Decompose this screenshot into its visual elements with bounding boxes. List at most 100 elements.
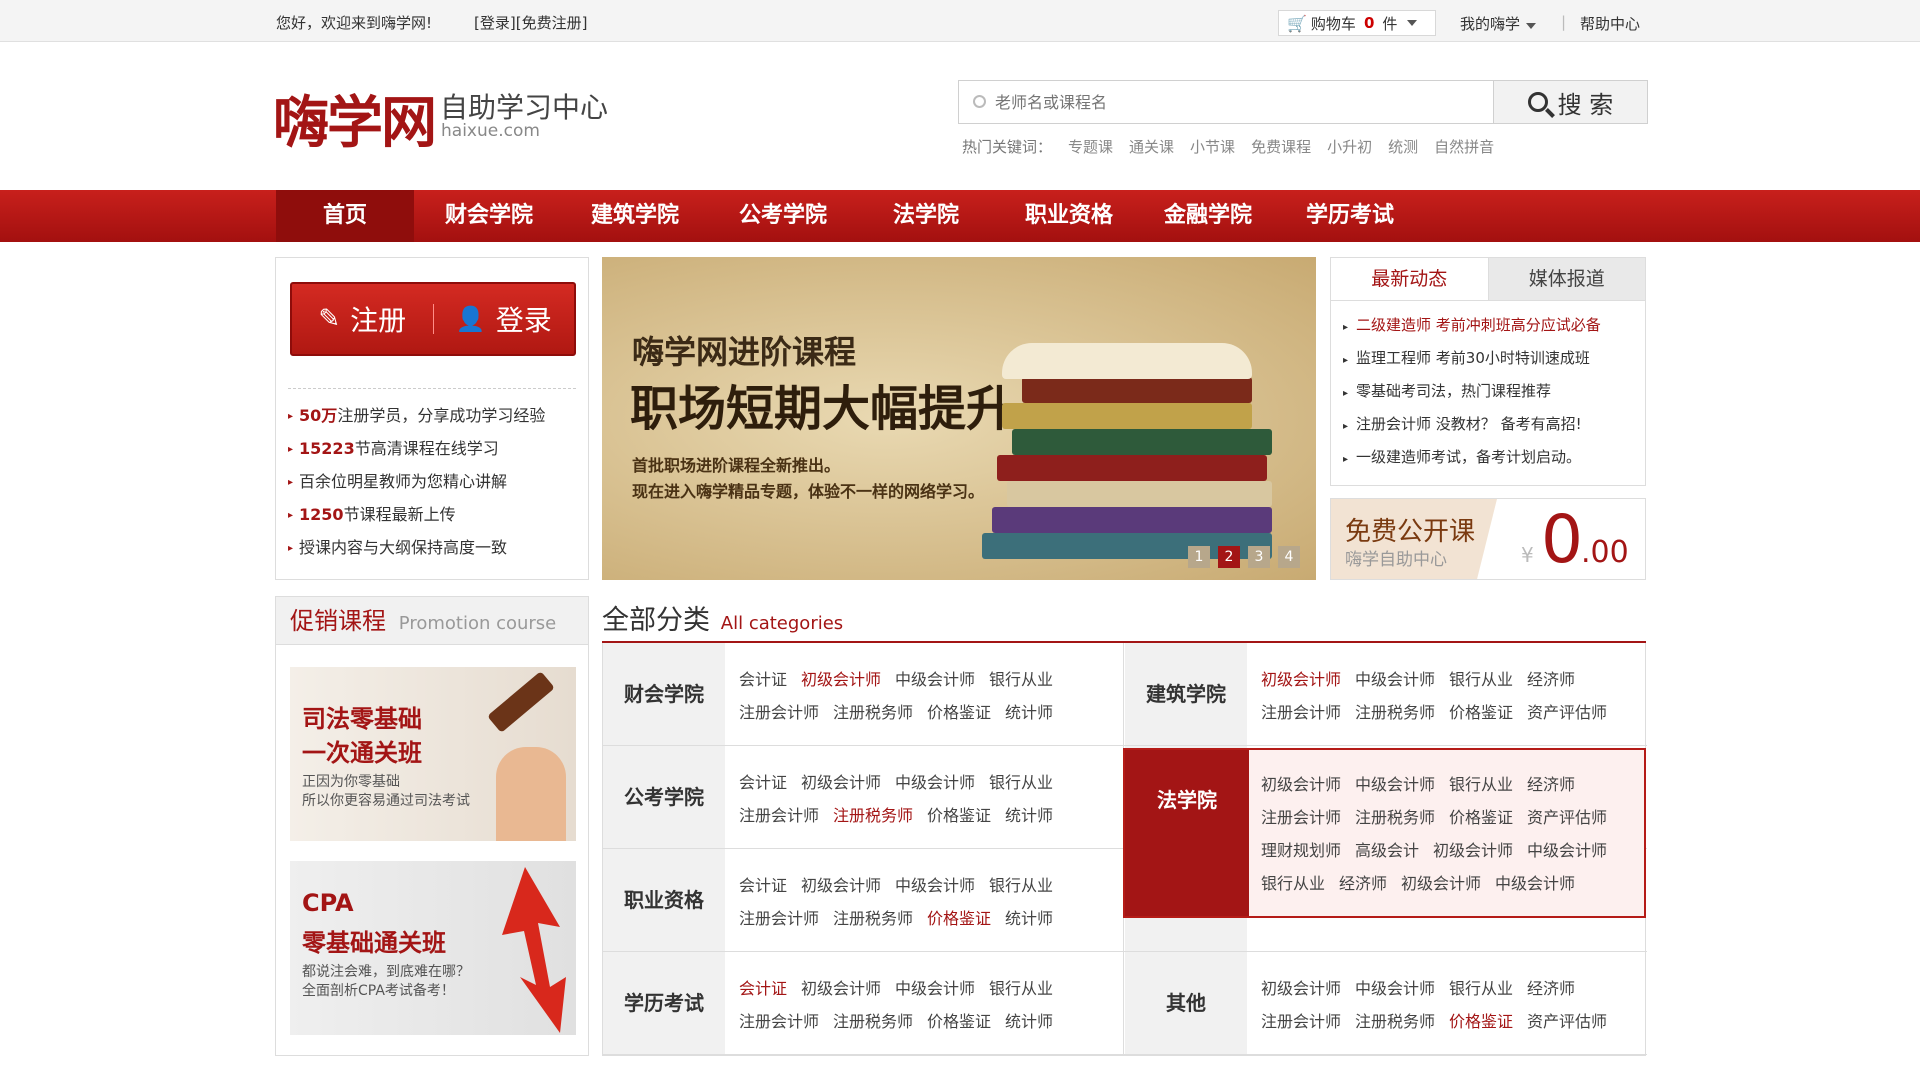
- category-name[interactable]: 学历考试: [603, 952, 725, 1054]
- help-center-link[interactable]: 帮助中心: [1580, 13, 1640, 34]
- category-name[interactable]: 财会学院: [603, 643, 725, 745]
- category-link[interactable]: 初级会计师: [1261, 979, 1341, 998]
- category-link[interactable]: 统计师: [1005, 1012, 1053, 1031]
- nav-item-home[interactable]: 首页: [276, 190, 414, 242]
- category-link[interactable]: 银行从业: [1449, 979, 1513, 998]
- nav-item-law[interactable]: 法学院: [860, 190, 992, 242]
- category-link[interactable]: 价格鉴证: [1449, 808, 1513, 827]
- category-link[interactable]: 会计证: [739, 979, 787, 998]
- promo-card-law[interactable]: 司法零基础 一次通关班 正因为你零基础 所以你更容易通过司法考试: [290, 667, 576, 841]
- category-link[interactable]: 统计师: [1005, 909, 1053, 928]
- hero-banner[interactable]: 嗨学网进阶课程 职场短期大幅提升 首批职场进阶课程全新推出。 现在进入嗨学精品专…: [602, 257, 1316, 580]
- category-link[interactable]: 高级会计: [1355, 841, 1419, 860]
- category-link[interactable]: 注册会计师: [739, 703, 819, 722]
- category-link[interactable]: 注册税务师: [1355, 703, 1435, 722]
- pager-dot[interactable]: 3: [1248, 546, 1270, 568]
- category-link[interactable]: 理财规划师: [1261, 841, 1341, 860]
- category-link[interactable]: 银行从业: [1261, 874, 1325, 893]
- category-link[interactable]: 中级会计师: [1495, 874, 1575, 893]
- category-name[interactable]: 其他: [1125, 952, 1247, 1054]
- tab-media[interactable]: 媒体报道: [1487, 258, 1645, 300]
- tab-latest[interactable]: 最新动态: [1331, 258, 1488, 300]
- cart-button[interactable]: 🛒 购物车 0 件: [1278, 10, 1436, 36]
- hot-keyword[interactable]: 自然拼音: [1434, 136, 1494, 157]
- category-link[interactable]: 价格鉴证: [927, 909, 991, 928]
- login-link[interactable]: [登录]: [474, 14, 516, 32]
- category-link[interactable]: 初级会计师: [1261, 775, 1341, 794]
- news-item[interactable]: 二级建造师 考前冲刺班高分应试必备: [1343, 309, 1645, 342]
- pager-dot[interactable]: 4: [1278, 546, 1300, 568]
- nav-item-banking[interactable]: 金融学院: [1146, 190, 1270, 242]
- category-link[interactable]: 中级会计师: [895, 773, 975, 792]
- category-link[interactable]: 注册会计师: [739, 806, 819, 825]
- category-link[interactable]: 资产评估师: [1527, 1012, 1607, 1031]
- category-link[interactable]: 会计证: [739, 773, 787, 792]
- category-link[interactable]: 中级会计师: [895, 876, 975, 895]
- nav-item-civil-service[interactable]: 公考学院: [710, 190, 856, 242]
- category-link[interactable]: 银行从业: [989, 979, 1053, 998]
- category-name[interactable]: 法学院: [1125, 750, 1249, 916]
- category-link[interactable]: 资产评估师: [1527, 703, 1607, 722]
- category-link[interactable]: 初级会计师: [801, 773, 881, 792]
- category-name[interactable]: 建筑学院: [1125, 643, 1247, 745]
- category-link[interactable]: 中级会计师: [1355, 670, 1435, 689]
- category-link[interactable]: 银行从业: [989, 876, 1053, 895]
- hot-keyword[interactable]: 专题课: [1068, 136, 1113, 157]
- category-link[interactable]: 注册税务师: [833, 909, 913, 928]
- news-item[interactable]: 监理工程师 考前30小时特训速成班: [1343, 342, 1645, 375]
- category-link[interactable]: 初级会计师: [1433, 841, 1513, 860]
- news-item[interactable]: 零基础考司法，热门课程推荐: [1343, 375, 1645, 408]
- nav-item-construction[interactable]: 建筑学院: [564, 190, 706, 242]
- hot-keyword[interactable]: 小节课: [1190, 136, 1235, 157]
- category-link[interactable]: 经济师: [1527, 670, 1575, 689]
- category-link[interactable]: 银行从业: [1449, 670, 1513, 689]
- search-button[interactable]: 搜 索: [1493, 81, 1647, 123]
- hot-keyword[interactable]: 小升初: [1327, 136, 1372, 157]
- register-link[interactable]: [免费注册]: [516, 14, 588, 32]
- category-link[interactable]: 会计证: [739, 876, 787, 895]
- category-link[interactable]: 初级会计师: [1401, 874, 1481, 893]
- category-link[interactable]: 统计师: [1005, 806, 1053, 825]
- register-button[interactable]: ✎ 注册: [292, 299, 433, 339]
- category-link[interactable]: 中级会计师: [895, 670, 975, 689]
- category-link[interactable]: 初级会计师: [801, 979, 881, 998]
- category-link[interactable]: 初级会计师: [801, 670, 881, 689]
- category-link[interactable]: 注册税务师: [1355, 808, 1435, 827]
- nav-item-finance[interactable]: 财会学院: [418, 190, 560, 242]
- category-link[interactable]: 注册税务师: [833, 806, 913, 825]
- login-button[interactable]: 👤 登录: [434, 299, 575, 339]
- category-name[interactable]: 职业资格: [603, 849, 725, 951]
- category-link[interactable]: 注册税务师: [833, 703, 913, 722]
- category-link[interactable]: 中级会计师: [1355, 775, 1435, 794]
- category-link[interactable]: 经济师: [1527, 979, 1575, 998]
- search-input[interactable]: [995, 87, 1435, 117]
- category-link[interactable]: 初级会计师: [1261, 670, 1341, 689]
- category-link[interactable]: 注册税务师: [833, 1012, 913, 1031]
- category-link[interactable]: 银行从业: [1449, 775, 1513, 794]
- category-link[interactable]: 注册会计师: [1261, 1012, 1341, 1031]
- category-link[interactable]: 中级会计师: [1527, 841, 1607, 860]
- pager-dot[interactable]: 1: [1188, 546, 1210, 568]
- category-link[interactable]: 会计证: [739, 670, 787, 689]
- category-link[interactable]: 价格鉴证: [927, 703, 991, 722]
- news-item[interactable]: 注册会计师 没教材？ 备考有高招!: [1343, 408, 1645, 441]
- category-link[interactable]: 资产评估师: [1527, 808, 1607, 827]
- category-link[interactable]: 注册会计师: [739, 909, 819, 928]
- category-link[interactable]: 中级会计师: [895, 979, 975, 998]
- hot-keyword[interactable]: 统测: [1388, 136, 1418, 157]
- category-link[interactable]: 价格鉴证: [1449, 1012, 1513, 1031]
- category-link[interactable]: 注册会计师: [1261, 703, 1341, 722]
- news-item[interactable]: 一级建造师考试，备考计划启动。: [1343, 441, 1645, 474]
- my-account-menu[interactable]: 我的嗨学: [1460, 13, 1537, 34]
- category-link[interactable]: 注册税务师: [1355, 1012, 1435, 1031]
- category-link[interactable]: 注册会计师: [739, 1012, 819, 1031]
- nav-item-vocational[interactable]: 职业资格: [996, 190, 1142, 242]
- hot-keyword[interactable]: 通关课: [1129, 136, 1174, 157]
- nav-item-degree[interactable]: 学历考试: [1276, 190, 1424, 242]
- category-link[interactable]: 经济师: [1339, 874, 1387, 893]
- category-link[interactable]: 银行从业: [989, 773, 1053, 792]
- promo-card-cpa[interactable]: CPA 零基础通关班 都说注会难，到底难在哪？ 全面剖析CPA考试备考！: [290, 861, 576, 1035]
- hot-keyword[interactable]: 免费课程: [1251, 136, 1311, 157]
- category-link[interactable]: 经济师: [1527, 775, 1575, 794]
- category-link[interactable]: 价格鉴证: [927, 1012, 991, 1031]
